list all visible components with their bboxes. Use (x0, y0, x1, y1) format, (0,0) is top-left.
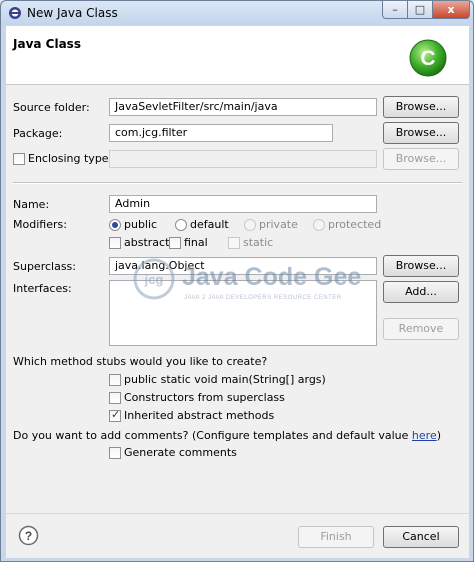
dialog-footer: ? Finish Cancel (6, 513, 469, 558)
superclass-browse-button[interactable]: Browse... (383, 255, 459, 277)
package-browse-button[interactable]: Browse... (383, 122, 459, 144)
modifiers-label: Modifiers: (13, 218, 67, 231)
modifier-abstract-label: abstract (124, 236, 170, 249)
stub-inherited-label: Inherited abstract methods (124, 409, 275, 422)
close-button[interactable]: x (432, 1, 470, 19)
enclosing-type-browse-button: Browse... (383, 148, 459, 170)
maximize-button[interactable]: □ (407, 1, 433, 19)
generate-comments-label: Generate comments (124, 446, 237, 459)
modifier-abstract-checkbox[interactable] (109, 237, 121, 249)
eclipse-app-icon (9, 7, 21, 19)
checkmark-icon: ✓ (111, 408, 121, 421)
title-bar[interactable]: New Java Class – □ x (1, 1, 473, 25)
package-label: Package: (13, 127, 63, 140)
cancel-button[interactable]: Cancel (383, 526, 459, 548)
minimize-button[interactable]: – (382, 1, 408, 19)
wizard-content: Source folder: JavaSevletFilter/src/main… (6, 85, 469, 513)
modifier-static-checkbox (228, 237, 240, 249)
source-folder-input[interactable]: JavaSevletFilter/src/main/java (109, 98, 377, 116)
wizard-header: Java Class C (6, 26, 469, 85)
source-folder-label: Source folder: (13, 101, 90, 114)
name-label: Name: (13, 198, 50, 211)
modifier-final-checkbox[interactable] (169, 237, 181, 249)
svg-text:?: ? (25, 529, 32, 543)
stub-main-checkbox[interactable] (109, 374, 121, 386)
interfaces-label: Interfaces: (13, 282, 72, 295)
enclosing-type-label: Enclosing type: (28, 152, 113, 165)
stub-main-label: public static void main(String[] args) (124, 373, 326, 386)
modifier-protected-radio (313, 219, 325, 231)
stub-inherited-checkbox[interactable]: ✓ (109, 408, 121, 422)
modifier-final-label: final (184, 236, 208, 249)
stub-constructors-checkbox[interactable] (109, 392, 121, 404)
remove-interface-button: Remove (383, 318, 459, 340)
comments-question-text: Do you want to add comments? (Configure … (13, 429, 412, 442)
modifier-public-label: public (124, 218, 158, 231)
stub-constructors-label: Constructors from superclass (124, 391, 285, 404)
interfaces-list[interactable] (109, 280, 377, 346)
name-input[interactable]: Admin (109, 195, 377, 213)
enclosing-type-input (109, 150, 377, 168)
comments-question-end: ) (436, 429, 442, 442)
generate-comments-checkbox[interactable] (109, 447, 121, 459)
superclass-input[interactable]: java.lang.Object (109, 257, 377, 275)
window-title: New Java Class (27, 6, 118, 20)
java-class-icon: C (409, 39, 447, 77)
modifier-private-label: private (259, 218, 298, 231)
modifier-default-radio[interactable] (175, 219, 187, 231)
superclass-label: Superclass: (13, 260, 76, 273)
finish-button: Finish (298, 526, 374, 548)
modifier-private-radio (244, 219, 256, 231)
comments-question: Do you want to add comments? (Configure … (13, 429, 441, 442)
package-input[interactable]: com.jcg.filter (109, 124, 333, 142)
configure-templates-link[interactable]: here (412, 429, 437, 442)
modifier-static-label: static (243, 236, 274, 249)
separator (13, 182, 462, 184)
page-title: Java Class (13, 37, 81, 51)
modifier-protected-label: protected (328, 218, 382, 231)
modifier-default-label: default (190, 218, 229, 231)
dialog-window: New Java Class – □ x Java Class C Source… (0, 0, 474, 562)
help-icon[interactable]: ? (18, 525, 39, 546)
add-interface-button[interactable]: Add... (383, 281, 459, 303)
modifier-public-radio[interactable] (109, 219, 121, 231)
source-folder-browse-button[interactable]: Browse... (383, 96, 459, 118)
svg-text:C: C (420, 47, 435, 70)
enclosing-type-checkbox[interactable] (13, 153, 25, 165)
method-stubs-question: Which method stubs would you like to cre… (13, 355, 268, 368)
